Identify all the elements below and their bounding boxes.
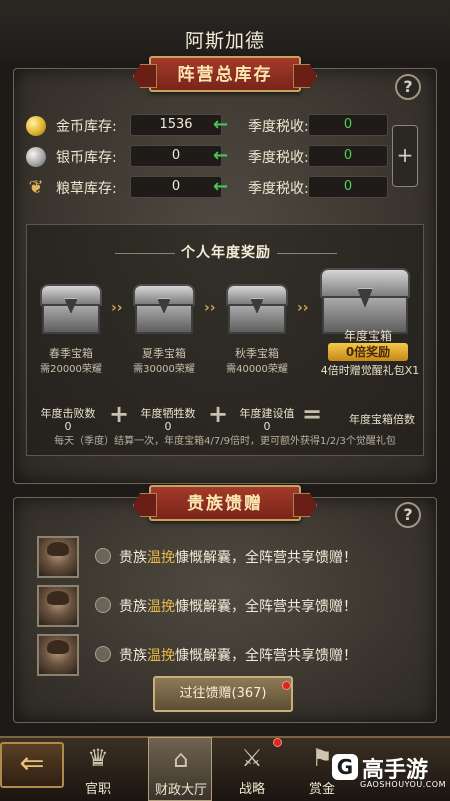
summer-chest-icon[interactable]	[133, 284, 195, 334]
silver-tax-label: 季度税收:	[248, 150, 309, 166]
gifts-help-button[interactable]: ?	[395, 502, 421, 528]
silver-value: 0	[130, 145, 222, 167]
spring-chest-icon[interactable]	[40, 284, 102, 334]
strategy-icon: ⚔	[241, 744, 263, 772]
gift-message-suffix: 慷慨解囊，全阵营共享馈赠！	[175, 599, 357, 615]
gold-coin-icon	[26, 116, 46, 136]
chevron-right-icon: ››	[204, 300, 216, 316]
inventory-section-title: 阵营总库存	[149, 56, 301, 92]
chevron-right-icon: ››	[111, 300, 123, 316]
silver-tax-value: 0	[308, 145, 388, 167]
grain-label: 粮草库存:	[56, 181, 117, 197]
gift-message-suffix: 慷慨解囊，全阵营共享馈赠！	[175, 550, 357, 566]
gold-tax-label: 季度税收:	[248, 119, 309, 135]
past-gifts-button[interactable]: 过往馈赠(367)	[153, 676, 293, 712]
watermark: G 高手游 GAOSHOUYOU.COM	[330, 752, 450, 792]
nav-item-finance-hall[interactable]: ⌂ 财政大厅	[148, 737, 212, 801]
arrow-left-icon: ←	[213, 114, 229, 135]
autumn-chest-icon[interactable]	[226, 284, 288, 334]
gift-icon	[95, 646, 111, 662]
build-label: 年度建设值	[239, 407, 295, 420]
grain-tax-label: 季度税收:	[248, 181, 309, 197]
gold-tax-value: 0	[308, 114, 388, 136]
summer-chest-name: 夏季宝箱	[142, 347, 186, 360]
grain-value: 0	[130, 176, 222, 198]
gift-message-suffix: 慷慨解囊，全阵营共享馈赠！	[175, 648, 357, 664]
crown-icon: ♛	[87, 744, 109, 772]
divider	[277, 252, 337, 254]
back-button[interactable]: ⇐	[0, 742, 64, 788]
gift-message-prefix: 贵族	[119, 599, 147, 615]
arrow-left-icon: ←	[213, 176, 229, 197]
gift-message-text: 贵族温挽慷慨解囊，全阵营共享馈赠！	[119, 596, 357, 616]
gold-value: 1536	[130, 114, 222, 136]
avatar[interactable]	[37, 536, 79, 578]
nav-label: 官职	[84, 782, 111, 797]
annual-rewards-title-text: 个人年度奖励	[181, 245, 271, 261]
annual-rewards-title: 个人年度奖励	[27, 242, 425, 262]
gift-message-prefix: 贵族	[119, 648, 147, 664]
notification-dot	[282, 681, 291, 690]
divider	[115, 252, 175, 254]
add-inventory-button[interactable]: +	[392, 125, 418, 187]
annual-multiplier-badge: 0倍奖励	[328, 343, 408, 361]
notification-dot	[273, 738, 282, 747]
gifts-section-title: 贵族馈赠	[149, 485, 301, 521]
settlement-note: 每天（季度）结算一次，年度宝箱4/7/9倍时，更可额外获得1/2/3个觉醒礼包	[54, 436, 396, 447]
nav-label: 战略	[238, 782, 265, 797]
arrow-left-icon: ←	[213, 145, 229, 166]
noble-name: 温挽	[147, 599, 175, 615]
watermark-url: GAOSHOUYOU.COM	[360, 780, 447, 789]
hall-icon: ⌂	[173, 745, 189, 773]
gift-icon	[95, 597, 111, 613]
inventory-help-button[interactable]: ?	[395, 74, 421, 100]
annual-chest-icon[interactable]	[320, 268, 410, 334]
gift-message-text: 贵族温挽慷慨解囊，全阵营共享馈赠！	[119, 547, 357, 567]
silver-label: 银币库存:	[56, 150, 117, 166]
gold-inventory-row: 金币库存: 1536 ← 季度税收: 0	[26, 114, 396, 138]
avatar[interactable]	[37, 585, 79, 627]
nav-label: 财政大厅	[154, 783, 207, 798]
chevron-right-icon: ››	[297, 300, 309, 316]
gold-label: 金币库存:	[56, 119, 117, 135]
silver-coin-icon	[26, 147, 46, 167]
noble-name: 温挽	[147, 648, 175, 664]
silver-inventory-row: 银币库存: 0 ← 季度税收: 0	[26, 145, 396, 169]
gift-message-prefix: 贵族	[119, 550, 147, 566]
autumn-chest-requirement: 需40000荣耀	[226, 364, 288, 375]
grain-icon: ❦	[28, 177, 44, 198]
grain-tax-value: 0	[308, 176, 388, 198]
kills-label: 年度击败数	[40, 407, 96, 420]
multiplier-label: 年度宝箱倍数	[349, 413, 415, 426]
summer-chest-requirement: 需30000荣耀	[133, 364, 195, 375]
gift-message-text: 贵族温挽慷慨解囊，全阵营共享馈赠！	[119, 645, 357, 665]
gift-icon	[95, 548, 111, 564]
watermark-logo-icon: G	[332, 754, 358, 780]
spring-chest-requirement: 需20000荣耀	[40, 364, 102, 375]
annual-chest-description: 4倍时赠觉醒礼包X1	[320, 364, 420, 377]
annual-chest-name: 年度宝箱	[343, 329, 392, 343]
noble-name: 温挽	[147, 550, 175, 566]
plus-icon: +	[208, 400, 229, 428]
equals-icon: =	[302, 400, 323, 428]
gift-message: 贵族温挽慷慨解囊，全阵营共享馈赠！	[37, 585, 427, 627]
sacrifice-label: 年度牺牲数	[140, 407, 196, 420]
autumn-chest-name: 秋季宝箱	[235, 347, 279, 360]
nav-item-official[interactable]: ♛ 官职	[66, 737, 130, 801]
gift-message: 贵族温挽慷慨解囊，全阵营共享馈赠！	[37, 536, 427, 578]
avatar[interactable]	[37, 634, 79, 676]
grain-inventory-row: ❦ 粮草库存: 0 ← 季度税收: 0	[26, 176, 396, 200]
page-title: 阿斯加德	[184, 30, 265, 52]
nav-item-strategy[interactable]: ⚔ 战略	[220, 737, 284, 801]
plus-icon: +	[109, 400, 130, 428]
spring-chest-name: 春季宝箱	[49, 347, 93, 360]
gift-message: 贵族温挽慷慨解囊，全阵营共享馈赠！	[37, 634, 427, 676]
